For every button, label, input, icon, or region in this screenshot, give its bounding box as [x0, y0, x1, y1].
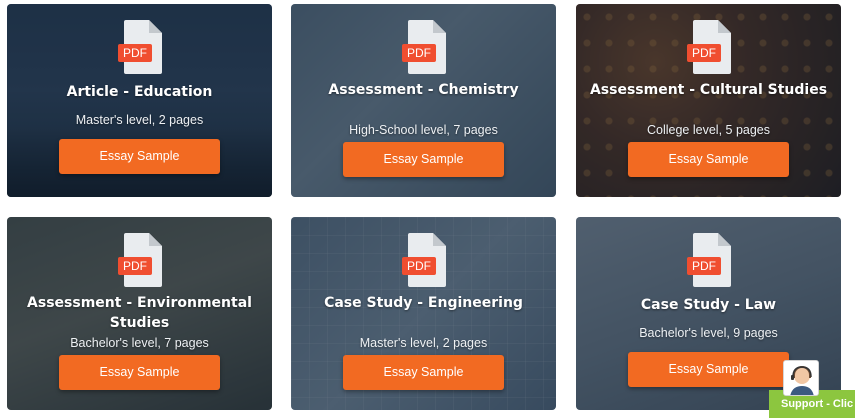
essay-sample-button[interactable]: Essay Sample [59, 139, 220, 174]
sample-card-cultural-studies: PDF Assessment - Cultural Studies Colleg… [576, 4, 841, 197]
sample-card-engineering: PDF Case Study - Engineering Master's le… [291, 217, 556, 410]
pdf-file-icon: PDF [117, 20, 162, 74]
essay-sample-button[interactable]: Essay Sample [59, 355, 220, 390]
card-meta: College level, 5 pages [647, 123, 770, 137]
support-agent-icon[interactable] [783, 360, 819, 396]
svg-text:PDF: PDF [407, 46, 431, 60]
card-meta: Master's level, 2 pages [75, 113, 204, 127]
card-title: Assessment - Chemistry [328, 82, 519, 98]
sample-card-environmental-studies: PDF Assessment - Environmental Studies B… [7, 217, 272, 410]
card-meta: High-School level, 7 pages [349, 123, 498, 137]
svg-text:PDF: PDF [123, 46, 147, 60]
essay-sample-button[interactable]: Essay Sample [628, 352, 789, 387]
card-title: Case Study - Law [640, 297, 777, 313]
essay-sample-button[interactable]: Essay Sample [343, 355, 504, 390]
pdf-file-icon: PDF [117, 233, 162, 287]
sample-card-chemistry: PDF Assessment - Chemistry High-School l… [291, 4, 556, 197]
pdf-file-icon: PDF [686, 233, 731, 287]
card-title: Case Study - Engineering [324, 295, 523, 311]
sample-card-education: PDF Article - Education Master's level, … [7, 4, 272, 197]
svg-text:PDF: PDF [123, 259, 147, 273]
svg-text:PDF: PDF [407, 259, 431, 273]
card-title: Assessment - Cultural Studies [589, 82, 828, 98]
pdf-file-icon: PDF [401, 233, 446, 287]
card-meta: Bachelor's level, 7 pages [70, 336, 209, 350]
pdf-file-icon: PDF [401, 20, 446, 74]
svg-text:PDF: PDF [692, 259, 716, 273]
card-meta: Master's level, 2 pages [359, 336, 488, 350]
support-chat-widget[interactable]: Support - Clic [769, 360, 855, 418]
essay-sample-button[interactable]: Essay Sample [343, 142, 504, 177]
card-meta: Bachelor's level, 9 pages [639, 326, 778, 340]
essay-sample-button[interactable]: Essay Sample [628, 142, 789, 177]
pdf-file-icon: PDF [686, 20, 731, 74]
card-title: Assessment - Environmental Studies [27, 295, 252, 331]
card-title: Article - Education [66, 84, 213, 100]
svg-text:PDF: PDF [692, 46, 716, 60]
